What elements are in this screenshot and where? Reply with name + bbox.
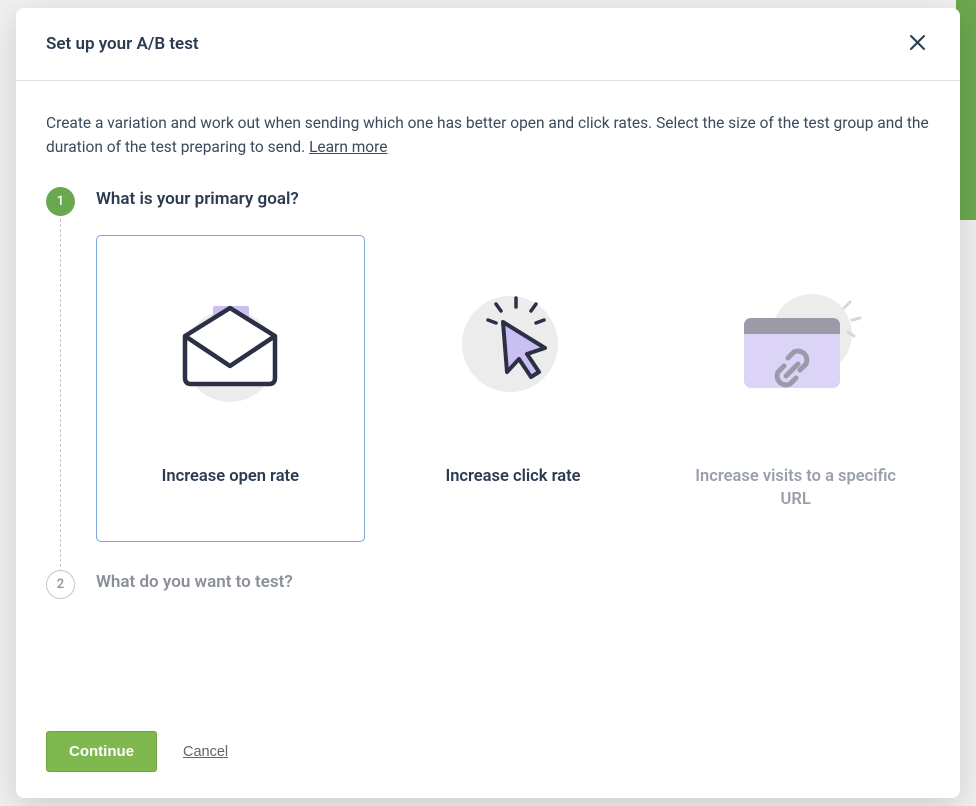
step-two: 2 What do you want to test?	[46, 572, 930, 592]
option-visits-url[interactable]: Increase visits to a specific URL	[661, 235, 930, 542]
option-open-rate[interactable]: Increase open rate	[96, 235, 365, 542]
close-button[interactable]	[905, 30, 930, 58]
step-one-title: What is your primary goal?	[96, 189, 930, 209]
step-two-title: What do you want to test?	[96, 572, 930, 592]
goal-options: Increase open rate	[96, 235, 930, 542]
cancel-button[interactable]: Cancel	[183, 744, 228, 760]
modal-footer: Continue Cancel	[16, 713, 960, 798]
cursor-click-icon	[398, 270, 629, 415]
ab-test-modal: Set up your A/B test Create a variation …	[16, 8, 960, 798]
modal-header: Set up your A/B test	[16, 8, 960, 81]
option-click-rate-label: Increase click rate	[445, 465, 580, 488]
continue-button[interactable]: Continue	[46, 731, 157, 772]
option-visits-url-label: Increase visits to a specific URL	[680, 465, 911, 511]
option-open-rate-label: Increase open rate	[162, 465, 299, 488]
intro-text-block: Create a variation and work out when sen…	[46, 111, 930, 159]
step-one: 1 What is your primary goal? Incre	[46, 189, 930, 542]
modal-title: Set up your A/B test	[46, 34, 199, 54]
step-two-badge: 2	[46, 570, 75, 599]
intro-text: Create a variation and work out when sen…	[46, 114, 929, 156]
learn-more-link[interactable]: Learn more	[309, 138, 387, 156]
step-one-badge: 1	[46, 187, 75, 216]
close-icon	[909, 34, 926, 51]
envelope-open-icon	[115, 270, 346, 415]
steps-container: 1 What is your primary goal? Incre	[46, 189, 930, 592]
browser-link-icon	[680, 270, 911, 415]
step-connector	[60, 219, 61, 587]
option-click-rate[interactable]: Increase click rate	[379, 235, 648, 542]
modal-body: Create a variation and work out when sen…	[16, 81, 960, 713]
